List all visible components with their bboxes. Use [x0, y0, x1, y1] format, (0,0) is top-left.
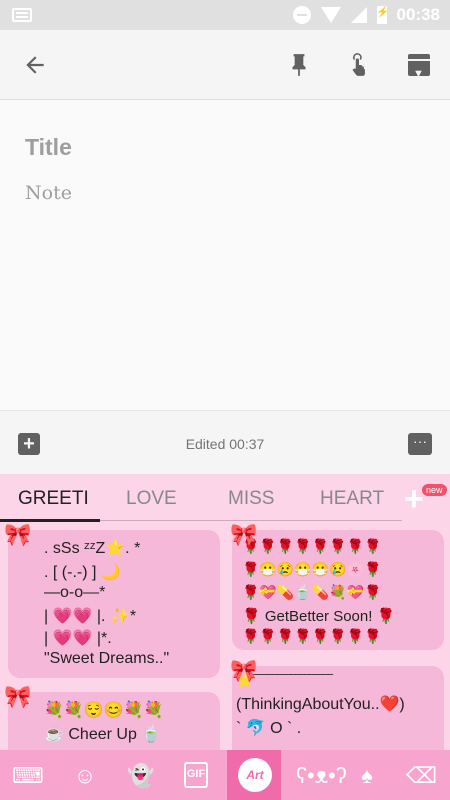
card-line: ☕ Cheer Up 🍵 [44, 726, 162, 743]
card-line: 🌹💝💊🍵💊💐💝🌹 [242, 584, 382, 600]
back-arrow-icon[interactable] [22, 52, 48, 78]
card-line: (ThinkingAboutYou..❤️) [236, 696, 405, 713]
tab-greeting[interactable]: GREETI [18, 488, 89, 510]
add-category-icon[interactable]: + [404, 480, 424, 519]
keyboard-tabs: GREETI LOVE MISS HEART + new [0, 474, 450, 522]
app-bar [0, 30, 450, 100]
bow-icon: 🎀 [230, 658, 258, 683]
card-line: 💐💐😌😊💐💐 [44, 702, 164, 719]
keyboard-switch-icon[interactable]: ⌨ [12, 762, 44, 790]
bow-icon: 🎀 [230, 522, 258, 547]
card-line: 🌹🌹🌹🌹🌹🌹🌹🌹 [242, 628, 382, 644]
card-line: | 💗💗 |*. [44, 630, 112, 647]
backspace-icon[interactable]: ⌫ [406, 762, 437, 790]
card-line: . sSs ᶻᶻZ⭐. * [44, 540, 141, 557]
card-line: | 💗💗 |. ✨* [44, 608, 137, 625]
battery-icon [376, 6, 389, 24]
card-line: "Sweet Dreams.." [44, 650, 170, 667]
tab-divider [100, 520, 402, 521]
new-badge: new [422, 484, 447, 496]
emoji-icon[interactable]: ☺ [70, 762, 100, 790]
tab-love[interactable]: LOVE [126, 488, 177, 510]
card-line: 🌹🌹🌹🌹🌹🌹🌹🌹 [242, 538, 382, 554]
keyboard-indicator-icon [12, 8, 32, 22]
bow-icon: 🎀 [4, 684, 32, 709]
tab-heart[interactable]: HEART [320, 488, 384, 510]
ghost-sticker-icon[interactable]: 👻 [126, 762, 156, 790]
tab-miss[interactable]: MISS [228, 488, 274, 510]
do-not-disturb-icon [292, 6, 311, 24]
note-bottom-bar: + Edited 00:37 ··· [0, 410, 450, 474]
note-input[interactable]: Note [25, 182, 72, 204]
kaomoji-icon[interactable]: ʕ•ᴥ•ʔ [296, 762, 347, 790]
theme-icon[interactable]: ♠ [352, 762, 382, 790]
card-line: . [ (-.-) ] 🌙 [44, 564, 121, 581]
keyboard-toolbar: ⌨ ☺ 👻 GIF Art ʕ•ᴥ•ʔ ♠ ⌫ [0, 750, 450, 800]
art-icon[interactable]: Art [238, 758, 272, 792]
more-options-icon[interactable]: ··· [408, 433, 432, 455]
pin-icon[interactable] [286, 52, 312, 78]
card-line: 🌹 GetBetter Soon! 🌹 [242, 608, 396, 625]
archive-icon[interactable] [406, 52, 432, 87]
status-time: 00:38 [396, 5, 440, 24]
bow-icon: 🎀 [4, 522, 32, 547]
emoji-art-keyboard: GREETI LOVE MISS HEART + new . sSs ᶻᶻZ⭐.… [0, 474, 450, 800]
card-line: 🌹😷😢😷😷😢🌸🌹 [242, 561, 382, 577]
title-input[interactable]: Title [25, 134, 72, 161]
sweet-dreams-card[interactable]: . sSs ᶻᶻZ⭐. * . [ (-.-) ] 🌙 —o-o—* | 💗💗 … [8, 530, 220, 678]
signal-icon [350, 7, 367, 23]
gif-icon[interactable]: GIF [184, 762, 208, 788]
note-editor: Title Note [0, 100, 450, 410]
get-better-soon-card[interactable]: 🌹🌹🌹🌹🌹🌹🌹🌹 🌹😷😢😷😷😢🌸🌹 🌹💝💊🍵💊💐💝🌹 🌹 GetBetter S… [232, 530, 444, 650]
card-line: ` 🐬 O ` . [236, 720, 302, 737]
edited-timestamp: Edited 00:37 [185, 436, 265, 452]
reminder-icon[interactable] [346, 52, 372, 78]
status-bar: 00:38 [0, 0, 450, 30]
card-line: —o-o—* [44, 584, 106, 601]
wifi-icon [320, 7, 341, 23]
